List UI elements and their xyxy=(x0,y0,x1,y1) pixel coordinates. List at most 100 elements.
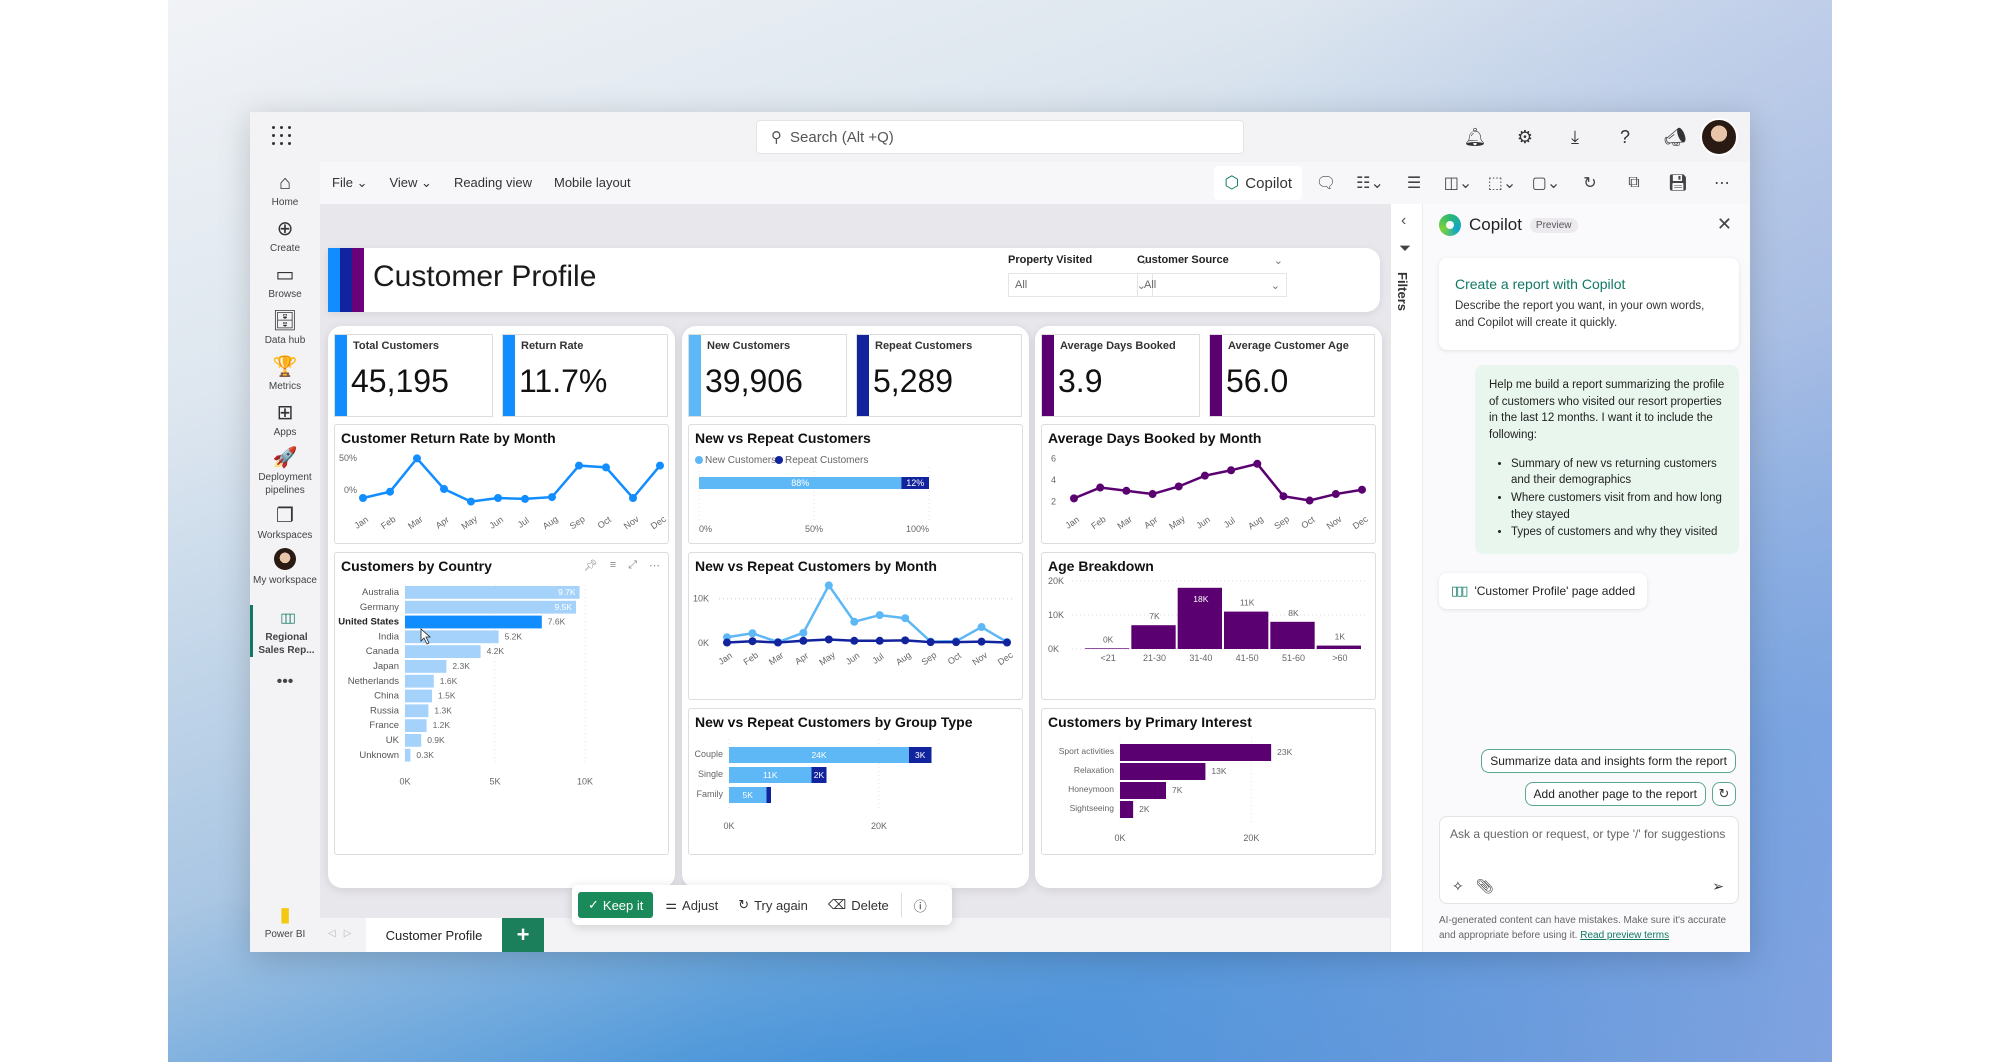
x-tick-label: May xyxy=(459,513,479,531)
data-point xyxy=(494,494,502,502)
sidebar-item-workspaces[interactable]: ❐ Workspaces xyxy=(250,503,320,542)
app-launcher-icon[interactable] xyxy=(272,126,292,146)
text-box-icon[interactable]: ☰ xyxy=(1394,166,1434,200)
data-point xyxy=(440,485,448,493)
data-label: 7K xyxy=(1172,785,1183,795)
visual-icon[interactable]: ⬚⌄ xyxy=(1482,166,1522,200)
copilot-input[interactable]: ✧ 📎︎ ➢ xyxy=(1439,816,1739,904)
file-menu[interactable]: File ⌄ xyxy=(332,175,367,191)
chart-by-month[interactable]: Jan Feb Mar Apr May Jun Jul Aug Sep Oct Nov Dec 10K 0… xyxy=(688,552,1023,700)
add-page-button[interactable]: + xyxy=(502,918,544,952)
sidebar-item-browse[interactable]: ▭ Browse xyxy=(250,262,320,301)
data-point xyxy=(548,493,556,502)
power-bi-logo[interactable]: ▮ Power BI xyxy=(250,902,320,941)
report-title: Customer Profile xyxy=(373,260,597,293)
kpi-average-customer-age[interactable]: Average Customer Age 56.0 xyxy=(1209,334,1375,417)
keep-it-button[interactable]: ✓ Keep it xyxy=(578,892,654,918)
chevron-down-icon[interactable]: ⌄ xyxy=(1274,254,1283,267)
filter-icon[interactable]: ≡ xyxy=(610,559,616,572)
chart-by-country[interactable]: 0K 5K 10K Australia 9.7K Germany 9.5K United St… xyxy=(334,552,669,855)
kpi-return-rate[interactable]: Return Rate 11.7% xyxy=(502,334,668,417)
close-icon[interactable]: ✕ xyxy=(1717,214,1732,235)
preview-terms-link[interactable]: Read preview terms xyxy=(1580,930,1669,941)
smart-narrative-icon[interactable]: ☷⌄ xyxy=(1350,166,1390,200)
data-label: 24K xyxy=(811,750,826,760)
chart-age[interactable]: 0K 10K 20K 0K <21 7K 21-30 18K 31-40 11K 41-50 8K 51… xyxy=(1041,552,1376,700)
mobile-layout-button[interactable]: Mobile layout xyxy=(554,175,631,191)
kpi-total-customers[interactable]: Total Customers 45,195 xyxy=(334,334,493,417)
delete-button[interactable]: ⌫ Delete xyxy=(820,897,897,913)
sidebar-item-metrics[interactable]: 🏆 Metrics xyxy=(250,354,320,393)
data-label: 1.6K xyxy=(440,676,458,686)
chart-by-group[interactable]: 0K 20K Couple 24K 3K Single 11K 2K Family 5K New … xyxy=(688,708,1023,855)
customer-source-dropdown[interactable]: All ⌄ xyxy=(1137,273,1287,297)
comment-icon[interactable]: 🗨︎ xyxy=(1306,166,1346,200)
folder-icon: ▭ xyxy=(275,264,295,286)
property-visited-dropdown[interactable]: All ⌄ xyxy=(1008,273,1153,297)
download-icon[interactable]: ⤓ xyxy=(1550,118,1600,156)
bar xyxy=(1316,645,1361,649)
reading-view-button[interactable]: Reading view xyxy=(454,175,532,191)
more-options-icon[interactable]: ⋯ xyxy=(1702,166,1742,200)
prompt-field[interactable] xyxy=(1450,827,1728,867)
send-icon[interactable]: ➢ xyxy=(1712,878,1724,895)
save-icon[interactable]: 💾︎ xyxy=(1658,166,1698,200)
chart-return-rate[interactable]: Jan Feb Mar Apr May Jun Jul Aug Sep Oct Nov Dec 50% 0… xyxy=(334,424,669,544)
category-label: Australia xyxy=(362,587,400,598)
kpi-new-customers[interactable]: New Customers 39,906 xyxy=(688,334,847,417)
user-avatar[interactable] xyxy=(1700,118,1738,156)
suggestion-add-page[interactable]: Add another page to the report xyxy=(1524,782,1706,806)
refresh-icon[interactable]: ↻ xyxy=(1570,166,1610,200)
help-icon[interactable]: ? xyxy=(1600,118,1650,156)
copilot-button[interactable]: ⬡ Copilot xyxy=(1214,166,1302,200)
adjust-button[interactable]: ⚌ Adjust xyxy=(657,897,726,913)
customer-source-slicer[interactable]: Customer Source ⌄ All ⌄ xyxy=(1137,254,1287,297)
sidebar-item-home[interactable]: ⌂ Home xyxy=(250,170,320,209)
pin-icon[interactable]: 📌︎ xyxy=(584,559,598,572)
divider xyxy=(900,893,902,917)
feedback-icon[interactable]: ⓘ xyxy=(906,896,935,915)
more-options-icon[interactable]: ⋯ xyxy=(649,559,660,572)
sidebar-item-data-hub[interactable]: 🗄 Data hub xyxy=(250,308,320,347)
chart-avg-days[interactable]: Jan Feb Mar Apr May Jun Jul Aug Sep Oct Nov Dec 2 4 6 … xyxy=(1041,424,1376,544)
more-icon[interactable]: ••• xyxy=(250,672,320,693)
tab-scroll-arrows[interactable]: ◁▷ xyxy=(328,928,359,939)
page-added-message[interactable]: ▯▯▯ 'Customer Profile' page added xyxy=(1439,573,1648,609)
kpi-average-days-booked[interactable]: Average Days Booked 3.9 xyxy=(1041,334,1200,417)
data-point xyxy=(824,581,833,590)
x-tick-label: 20K xyxy=(871,821,887,831)
sidebar-item-label: Regional Sales Rep... xyxy=(258,632,315,656)
sidebar-item-apps[interactable]: ⊞ Apps xyxy=(250,400,320,439)
property-visited-slicer[interactable]: Property Visited ⌄ All ⌄ xyxy=(1008,254,1153,297)
chart-title: Age Breakdown xyxy=(1048,558,1154,574)
chevron-left-icon[interactable]: ‹ xyxy=(1401,212,1406,230)
sidebar-item-create[interactable]: ⊕ Create xyxy=(250,216,320,255)
kpi-repeat-customers[interactable]: Repeat Customers 5,289 xyxy=(856,334,1022,417)
duplicate-icon[interactable]: ⧉ xyxy=(1614,166,1654,200)
chart-interest[interactable]: 0K 20K Sport activities 23K Relaxation 13K Hon… xyxy=(1041,708,1376,855)
y-tick-label: 10K xyxy=(1048,610,1064,620)
try-again-button[interactable]: ↻ Try again xyxy=(730,897,816,913)
data-point xyxy=(952,638,961,647)
suggestion-summarize[interactable]: Summarize data and insights form the rep… xyxy=(1481,749,1736,773)
x-tick-label: Aug xyxy=(1246,514,1265,531)
feedback-icon[interactable]: 📣︎ xyxy=(1650,118,1700,156)
gear-icon[interactable]: ⚙ xyxy=(1500,118,1550,156)
view-menu[interactable]: View ⌄ xyxy=(389,175,431,191)
shapes-icon[interactable]: ◫⌄ xyxy=(1438,166,1478,200)
search-box[interactable]: ⚲ Search (Alt +Q) xyxy=(756,120,1244,154)
sidebar-item-label: Workspaces xyxy=(257,530,313,541)
tab-customer-profile[interactable]: Customer Profile xyxy=(366,918,502,952)
filters-pane[interactable]: ‹ ⏷ Filters xyxy=(1390,204,1422,952)
sidebar-item-deployment-pipelines[interactable]: 🚀 Deployment pipelines xyxy=(250,445,320,497)
bell-icon[interactable]: 🔔︎ xyxy=(1450,118,1500,156)
refresh-suggestions-icon[interactable]: ↻ xyxy=(1712,782,1736,806)
data-label: 1K xyxy=(1335,632,1346,642)
chart-new-vs-repeat[interactable]: New Customers Repeat Customers 0% 50% 100% 88… xyxy=(688,424,1023,544)
focus-mode-icon[interactable]: ⤢ xyxy=(628,559,637,572)
format-icon[interactable]: ▢⌄ xyxy=(1526,166,1566,200)
attach-icon[interactable]: 📎︎ xyxy=(1476,878,1494,895)
sidebar-item-regional-sales-rep[interactable]: ▯▯▯ Regional Sales Rep... xyxy=(250,605,320,657)
sidebar-item-my-workspace[interactable]: My workspace xyxy=(250,548,320,587)
sparkle-icon[interactable]: ✧ xyxy=(1452,878,1464,895)
